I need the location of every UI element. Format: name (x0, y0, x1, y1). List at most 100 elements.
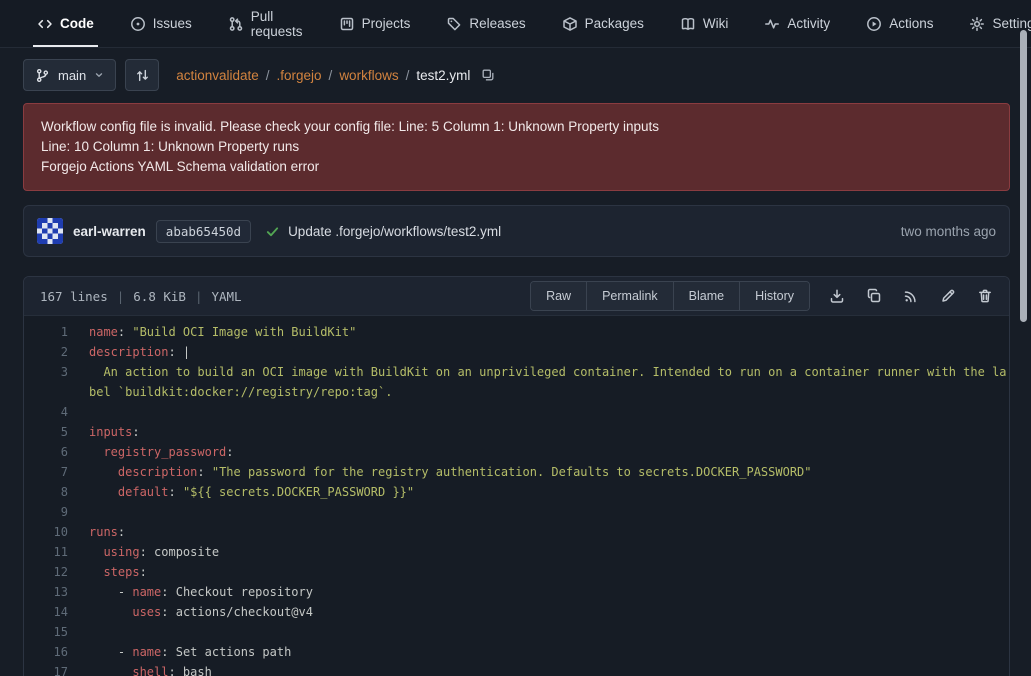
code-line: 17 shell: bash (24, 662, 1009, 676)
code-line: 6 registry_password: (24, 442, 1009, 462)
code-token: "The password for the registry authentic… (212, 465, 812, 479)
file-line-count: 167 lines (40, 289, 108, 304)
code-token: : bash (168, 665, 211, 676)
line-number[interactable]: 4 (24, 402, 82, 422)
tab-label: Wiki (703, 16, 729, 31)
line-number[interactable]: 2 (24, 342, 82, 362)
line-number[interactable]: 11 (24, 542, 82, 562)
download-button[interactable] (824, 283, 850, 309)
tab-actions[interactable]: Actions (862, 0, 937, 47)
pull-request-icon (228, 16, 244, 32)
tab-wiki[interactable]: Wiki (676, 0, 733, 47)
line-number[interactable]: 10 (24, 522, 82, 542)
code-line: 8 default: "${{ secrets.DOCKER_PASSWORD … (24, 482, 1009, 502)
code-line: 3 An action to build an OCI image with B… (24, 362, 1009, 402)
branch-selector-button[interactable]: main (23, 59, 116, 91)
code-token: "${{ secrets.DOCKER_PASSWORD }}" (183, 485, 414, 499)
tab-label: Issues (153, 16, 192, 31)
book-icon (680, 16, 696, 32)
package-icon (562, 16, 578, 32)
trash-icon (977, 288, 993, 304)
line-number[interactable]: 13 (24, 582, 82, 602)
code-line: 9 (24, 502, 1009, 522)
play-circle-icon (866, 16, 882, 32)
code-token: : (197, 465, 211, 479)
code-line: 10runs: (24, 522, 1009, 542)
rss-feed-button[interactable] (898, 283, 924, 309)
line-number[interactable]: 5 (24, 422, 82, 442)
edit-file-button[interactable] (935, 283, 961, 309)
code-line-content: description: "The password for the regis… (82, 462, 1009, 482)
line-number[interactable]: 17 (24, 662, 82, 676)
tab-label: Projects (362, 16, 411, 31)
code-token: name (132, 585, 161, 599)
copy-path-icon[interactable] (481, 68, 495, 82)
line-number[interactable]: 9 (24, 502, 82, 522)
code-token (89, 565, 103, 579)
compare-branches-button[interactable] (125, 59, 159, 91)
code-token: : actions/checkout@v4 (161, 605, 313, 619)
code-line-content: runs: (82, 522, 1009, 542)
code-line-content: inputs: (82, 422, 1009, 442)
code-line-content: An action to build an OCI image with Bui… (82, 362, 1009, 402)
breadcrumb-dir-link[interactable]: workflows (339, 68, 398, 83)
line-number[interactable]: 15 (24, 622, 82, 642)
line-number[interactable]: 12 (24, 562, 82, 582)
branch-icon (35, 68, 50, 83)
code-token: : composite (140, 545, 219, 559)
line-number[interactable]: 7 (24, 462, 82, 482)
permalink-button[interactable]: Permalink (587, 282, 674, 310)
code-line: 16 - name: Set actions path (24, 642, 1009, 662)
commit-status-check-icon[interactable] (265, 224, 280, 239)
line-number[interactable]: 1 (24, 322, 82, 342)
code-token: inputs (89, 425, 132, 439)
code-line-content: - name: Set actions path (82, 642, 1009, 662)
tab-pull-requests[interactable]: Pull requests (224, 0, 307, 47)
download-icon (829, 288, 845, 304)
code-line: 2description: | (24, 342, 1009, 362)
chevron-down-icon (94, 70, 104, 80)
breadcrumb-repo-link[interactable]: actionvalidate (176, 68, 259, 83)
tab-releases[interactable]: Releases (442, 0, 529, 47)
issue-icon (130, 16, 146, 32)
commit-hash-badge[interactable]: abab65450d (156, 220, 251, 243)
tab-code[interactable]: Code (33, 0, 98, 47)
branch-name: main (58, 68, 86, 83)
code-line-content (82, 622, 1009, 642)
avatar[interactable] (37, 218, 63, 244)
history-button[interactable]: History (740, 282, 809, 310)
code-token: - (89, 645, 132, 659)
rss-icon (903, 288, 919, 304)
raw-button[interactable]: Raw (531, 282, 587, 310)
page-scrollbar-thumb[interactable] (1020, 30, 1027, 322)
breadcrumb-dir-link[interactable]: .forgejo (277, 68, 322, 83)
breadcrumb-current-file: test2.yml (416, 68, 470, 83)
file-view-panel: 167 lines | 6.8 KiB | YAML Raw Permalink… (23, 276, 1010, 676)
file-icon-actions (824, 283, 998, 309)
code-token: default (118, 485, 169, 499)
tab-activity[interactable]: Activity (760, 0, 834, 47)
repo-tab-bar: Code Issues Pull requests Projects Relea… (0, 0, 1031, 48)
code-icon (37, 16, 53, 32)
tab-packages[interactable]: Packages (558, 0, 648, 47)
code-token: "Build OCI Image with BuildKit" (132, 325, 356, 339)
tab-projects[interactable]: Projects (335, 0, 415, 47)
blame-button[interactable]: Blame (674, 282, 740, 310)
commit-author[interactable]: earl-warren (73, 224, 146, 239)
file-info: 167 lines | 6.8 KiB | YAML (40, 289, 242, 304)
code-line-content: uses: actions/checkout@v4 (82, 602, 1009, 622)
commit-message[interactable]: Update .forgejo/workflows/test2.yml (288, 224, 501, 239)
line-number[interactable]: 16 (24, 642, 82, 662)
tab-issues[interactable]: Issues (126, 0, 196, 47)
line-number[interactable]: 14 (24, 602, 82, 622)
code-line-content: registry_password: (82, 442, 1009, 462)
delete-file-button[interactable] (972, 283, 998, 309)
code-token: name (132, 645, 161, 659)
line-number[interactable]: 8 (24, 482, 82, 502)
breadcrumb: actionvalidate / .forgejo / workflows / … (176, 68, 495, 83)
copy-content-button[interactable] (861, 283, 887, 309)
code-token: An action to build an OCI image with Bui… (89, 365, 1007, 399)
line-number[interactable]: 3 (24, 362, 82, 402)
line-number[interactable]: 6 (24, 442, 82, 462)
file-info-separator: | (117, 289, 125, 304)
